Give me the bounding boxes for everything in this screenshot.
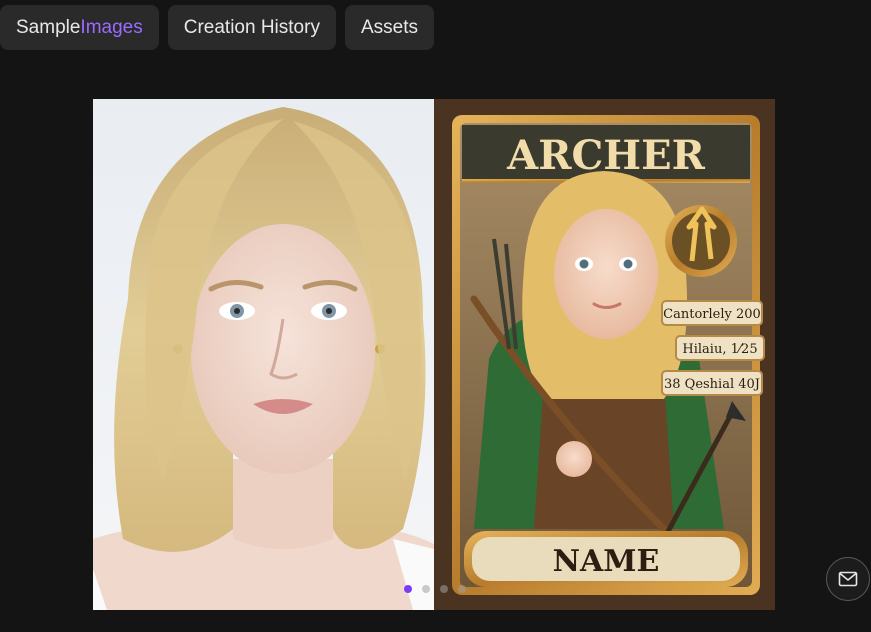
tab-creation-history[interactable]: Creation History: [167, 5, 336, 50]
tab-sample-images[interactable]: Sample Images: [0, 5, 159, 50]
tab-assets[interactable]: Assets: [344, 5, 434, 50]
card-stat-1: Cantorlely 200: [663, 307, 761, 322]
tab-bar: Sample Images Creation History Assets: [0, 5, 434, 50]
portrait-photo: [93, 99, 434, 610]
carousel-dot-1[interactable]: [404, 585, 412, 593]
mail-icon: [838, 571, 858, 587]
archer-card-image: ARCHER Cantorlely 200 Hilaiu, 1⁄25 38 Qe…: [434, 99, 775, 610]
sample-image-carousel[interactable]: ARCHER Cantorlely 200 Hilaiu, 1⁄25 38 Qe…: [93, 99, 775, 610]
carousel-dot-4[interactable]: [458, 585, 466, 593]
carousel-dot-3[interactable]: [440, 585, 448, 593]
tab-sample-images-accent: Images: [80, 16, 143, 38]
carousel-dot-2[interactable]: [422, 585, 430, 593]
carousel-dots: [404, 585, 466, 593]
card-stat-2: Hilaiu, 1⁄25: [682, 342, 757, 357]
tab-sample-images-label: Sample: [16, 16, 81, 38]
feedback-mail-button[interactable]: [826, 557, 870, 601]
card-name: NAME: [553, 544, 660, 579]
card-stat-3: 38 Qeshial 40J: [664, 377, 760, 392]
